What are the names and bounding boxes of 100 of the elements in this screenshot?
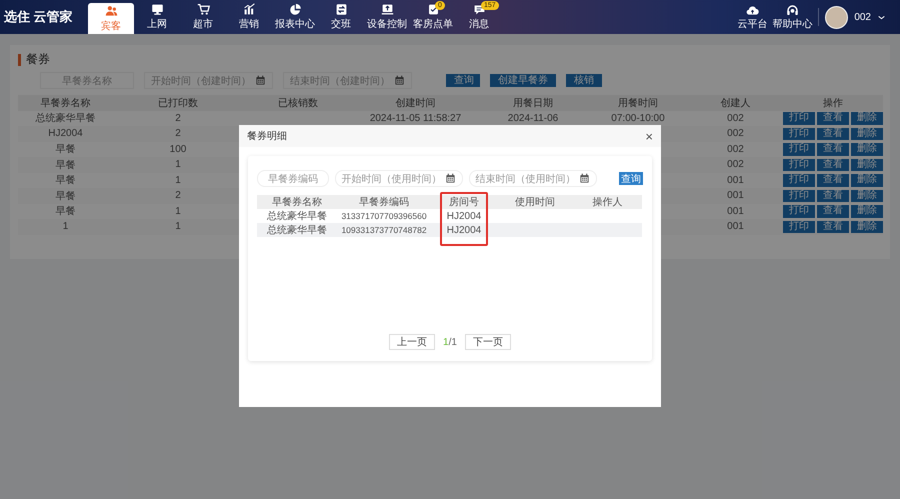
avatar[interactable] bbox=[825, 6, 848, 28]
nav-tab[interactable]: 超市 bbox=[180, 0, 226, 34]
page-indicator: 1/1 bbox=[443, 336, 457, 348]
monitor-icon bbox=[150, 3, 164, 16]
column-header: 创建时间 bbox=[353, 95, 478, 110]
device-icon bbox=[380, 3, 394, 16]
table-cell-text: 早餐 bbox=[54, 204, 76, 219]
row-action-button[interactable]: 删除 bbox=[851, 143, 883, 156]
row-action-button[interactable]: 查看 bbox=[817, 174, 849, 186]
column-header: 使用时间 bbox=[497, 195, 573, 209]
row-action-button[interactable]: 删除 bbox=[851, 158, 883, 171]
input-field[interactable]: 早餐券名称 bbox=[40, 72, 134, 89]
table-cell: 总统豪华早餐 bbox=[257, 223, 337, 237]
toolbar-button[interactable]: 查询 bbox=[446, 74, 480, 87]
table-cell: 109331373770748782 bbox=[337, 223, 431, 237]
table-cell-text: 002 bbox=[726, 142, 745, 157]
row-action-button[interactable]: 查看 bbox=[817, 158, 849, 171]
table-cell-text: 总统豪华早餐 bbox=[34, 112, 96, 126]
table-cell-text: 2024-11-05 11:58:27 bbox=[368, 112, 462, 126]
swap-icon bbox=[334, 3, 348, 16]
table-cell-text: 07:00-10:00 bbox=[610, 112, 666, 126]
row-action-button[interactable]: 查看 bbox=[817, 143, 849, 156]
row-action-button[interactable]: 查看 bbox=[817, 112, 849, 124]
calendar-icon bbox=[394, 75, 405, 86]
headset-icon bbox=[786, 4, 799, 16]
date-field[interactable]: 结束时间（创建时间） bbox=[283, 72, 412, 89]
row-action-button[interactable]: 打印 bbox=[783, 205, 815, 218]
date-field[interactable]: 开始时间（创建时间） bbox=[144, 72, 273, 89]
row-action-button[interactable]: 打印 bbox=[783, 220, 815, 233]
table-cell-text: 2024-11-06 bbox=[506, 112, 560, 126]
people-icon bbox=[104, 4, 118, 18]
row-action-button[interactable]: 打印 bbox=[783, 190, 815, 202]
column-header: 用餐时间 bbox=[588, 95, 688, 110]
input-field[interactable]: 早餐券编码 bbox=[257, 170, 329, 187]
nav-tab[interactable]: 报表中心 bbox=[272, 0, 318, 34]
cloud-upload-icon bbox=[746, 4, 759, 16]
order-icon bbox=[426, 3, 440, 16]
table-cell-text: 早餐 bbox=[54, 174, 76, 188]
column-header: 已核销数 bbox=[243, 95, 353, 110]
search-button[interactable]: 查询 bbox=[618, 172, 643, 185]
nav-tab[interactable]: 设备控制 bbox=[364, 0, 410, 34]
modal-title: 餐券明细 bbox=[247, 130, 287, 143]
page-title: 餐券 bbox=[26, 51, 50, 68]
row-action-button[interactable]: 打印 bbox=[783, 158, 815, 171]
calendar-icon bbox=[444, 173, 456, 184]
column-header: 早餐券名称 bbox=[18, 95, 113, 110]
row-action-button[interactable]: 删除 bbox=[851, 205, 883, 218]
table-cell-text: 100 bbox=[168, 142, 188, 157]
column-header: 已打印数 bbox=[113, 95, 243, 110]
close-button[interactable]: × bbox=[645, 130, 653, 142]
row-action-button[interactable]: 查看 bbox=[817, 128, 849, 140]
row-action-button[interactable]: 删除 bbox=[851, 220, 883, 233]
column-header: 创建人 bbox=[688, 95, 783, 110]
user-name[interactable]: 002 bbox=[854, 12, 871, 22]
table-cell-text: 002 bbox=[726, 112, 745, 126]
toolbar-button[interactable]: 创建早餐券 bbox=[490, 74, 556, 87]
date-field[interactable]: 开始时间（使用时间） bbox=[334, 170, 463, 187]
column-header: 早餐券名称 bbox=[257, 195, 337, 209]
nav-tab[interactable]: 营销 bbox=[226, 0, 272, 34]
row-action-button[interactable]: 删除 bbox=[851, 174, 883, 186]
row-action-button[interactable]: 打印 bbox=[783, 112, 815, 124]
toolbar-button[interactable]: 云平台 bbox=[732, 0, 772, 34]
column-header: 早餐券编码 bbox=[337, 195, 431, 209]
table-cell-text: 1 bbox=[174, 174, 182, 188]
row-action-button[interactable]: 删除 bbox=[851, 190, 883, 202]
table-cell-text: 2 bbox=[174, 112, 182, 126]
row-action-button[interactable]: 删除 bbox=[851, 128, 883, 140]
nav-tab[interactable]: 上网 bbox=[134, 0, 180, 34]
table-cell-text: HJ2004 bbox=[446, 210, 482, 223]
title-accent-bar bbox=[18, 54, 21, 66]
chat-icon bbox=[472, 3, 486, 16]
nav-tab[interactable]: 交班 bbox=[318, 0, 364, 34]
table-cell-text: 总统豪华早餐 bbox=[266, 210, 328, 223]
table-cell-text: 早餐 bbox=[54, 142, 76, 157]
toolbar-button[interactable]: 帮助中心 bbox=[772, 0, 812, 34]
row-action-button[interactable]: 查看 bbox=[817, 190, 849, 202]
cart-icon bbox=[196, 3, 210, 16]
column-header: 操作人 bbox=[573, 195, 642, 209]
table-cell-text: 1 bbox=[174, 204, 182, 219]
table-cell-text: 313371707709396560 bbox=[340, 210, 428, 223]
next-page-button[interactable]: 下一页 bbox=[464, 334, 511, 350]
toolbar-button[interactable]: 核销 bbox=[566, 74, 602, 87]
pie-chart-icon bbox=[288, 3, 302, 16]
table-cell-text: 001 bbox=[726, 174, 745, 188]
row-action-button[interactable]: 查看 bbox=[817, 205, 849, 218]
row-action-button[interactable]: 删除 bbox=[851, 112, 883, 124]
row-action-button[interactable]: 查看 bbox=[817, 220, 849, 233]
app-logo: 选住 云管家 bbox=[3, 8, 74, 26]
prev-page-button[interactable]: 上一页 bbox=[389, 334, 436, 350]
column-header: 房间号 bbox=[431, 195, 497, 209]
row-action-button[interactable]: 打印 bbox=[783, 143, 815, 156]
table-cell: HJ2004 bbox=[431, 223, 497, 237]
date-field[interactable]: 结束时间（使用时间） bbox=[468, 170, 597, 187]
bar-chart-icon bbox=[242, 3, 256, 16]
column-header: 操作 bbox=[783, 95, 883, 110]
calendar-icon bbox=[255, 75, 266, 86]
row-action-button[interactable]: 打印 bbox=[783, 174, 815, 186]
calendar-icon bbox=[578, 173, 590, 184]
nav-tab[interactable]: 宾客 bbox=[88, 3, 134, 34]
row-action-button[interactable]: 打印 bbox=[783, 128, 815, 140]
